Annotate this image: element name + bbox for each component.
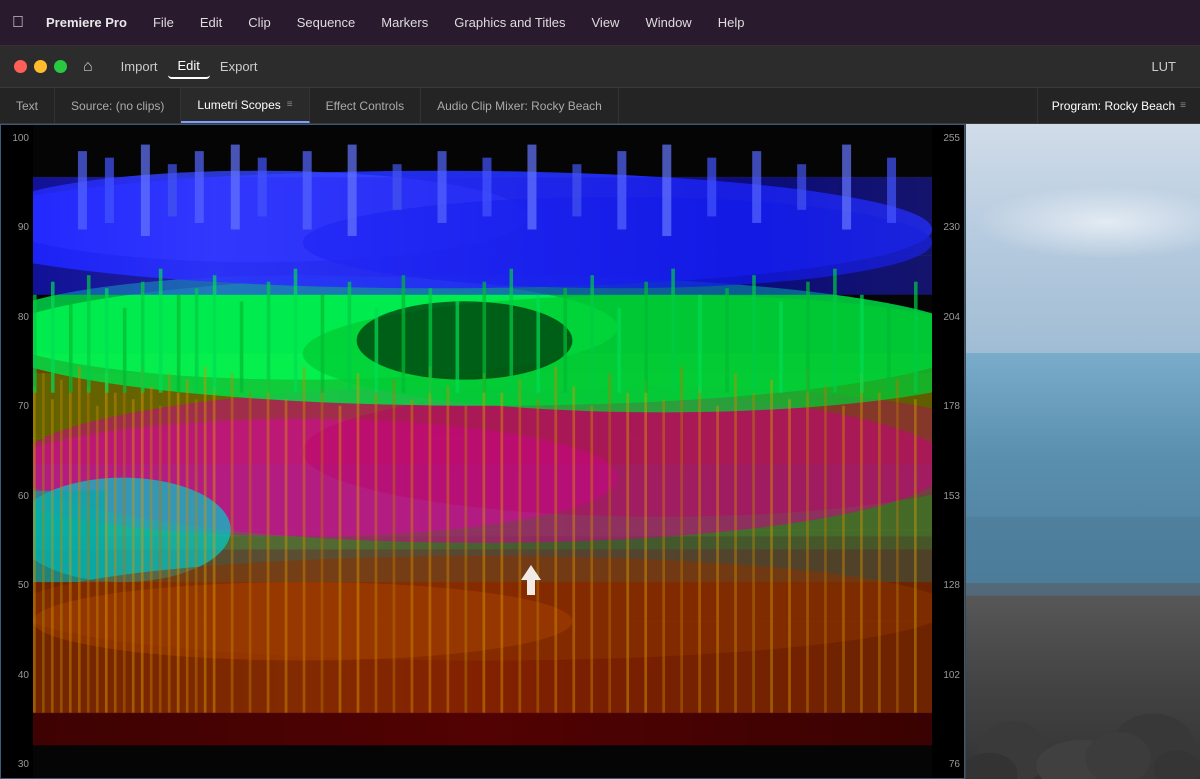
menu-view[interactable]: View	[588, 13, 624, 32]
y-label-80: 80	[5, 312, 29, 323]
menu-edit[interactable]: Edit	[196, 13, 226, 32]
preview-clouds	[966, 157, 1200, 288]
minimize-button[interactable]	[34, 60, 47, 73]
menu-graphics-titles[interactable]: Graphics and Titles	[450, 13, 569, 32]
menu-markers[interactable]: Markers	[377, 13, 432, 32]
waveform-display: 100 90 80 70 60 50 40 30 255 230 204 178…	[1, 125, 964, 778]
right-panel-tabs: Program: Rocky Beach ≡	[1037, 88, 1200, 123]
y-label-128: 128	[936, 580, 960, 591]
toolbar: ⌂ Import Edit Export LUT	[0, 46, 1200, 88]
export-button[interactable]: Export	[210, 55, 268, 78]
main-content: 100 90 80 70 60 50 40 30 255 230 204 178…	[0, 124, 1200, 779]
tab-audio-clip-mixer[interactable]: Audio Clip Mixer: Rocky Beach	[421, 88, 619, 123]
traffic-lights	[14, 60, 67, 73]
tab-lumetri-scopes[interactable]: Lumetri Scopes ≡	[181, 88, 309, 123]
y-label-255: 255	[936, 133, 960, 144]
y-label-100: 100	[5, 133, 29, 144]
y-label-60: 60	[5, 491, 29, 502]
tab-text[interactable]: Text	[0, 88, 55, 123]
y-label-178: 178	[936, 401, 960, 412]
lut-button[interactable]: LUT	[1141, 55, 1186, 78]
y-label-76: 76	[936, 759, 960, 770]
menu-clip[interactable]: Clip	[244, 13, 274, 32]
y-label-50: 50	[5, 580, 29, 591]
program-tab-menu-icon: ≡	[1180, 100, 1186, 111]
y-label-30: 30	[5, 759, 29, 770]
y-label-90: 90	[5, 222, 29, 233]
panel-tabs-row: Text Source: (no clips) Lumetri Scopes ≡…	[0, 88, 1200, 124]
maximize-button[interactable]	[54, 60, 67, 73]
waveform-canvas	[33, 125, 932, 778]
y-label-204: 204	[936, 312, 960, 323]
edit-button[interactable]: Edit	[168, 54, 210, 79]
home-icon[interactable]: ⌂	[83, 58, 93, 76]
menu-help[interactable]: Help	[714, 13, 749, 32]
apple-logo-icon: 	[12, 14, 24, 32]
y-label-40: 40	[5, 670, 29, 681]
app-name: Premiere Pro	[46, 15, 127, 30]
title-bar:  Premiere Pro File Edit Clip Sequence M…	[0, 0, 1200, 46]
program-monitor-panel	[965, 124, 1200, 779]
y-axis-right: 255 230 204 178 153 128 102 76	[932, 125, 964, 778]
tab-program[interactable]: Program: Rocky Beach ≡	[1037, 88, 1200, 123]
y-label-70: 70	[5, 401, 29, 412]
tab-menu-icon: ≡	[287, 99, 293, 110]
y-label-230: 230	[936, 222, 960, 233]
lumetri-scopes-panel: 100 90 80 70 60 50 40 30 255 230 204 178…	[0, 124, 965, 779]
tab-source[interactable]: Source: (no clips)	[55, 88, 181, 123]
y-axis-left: 100 90 80 70 60 50 40 30	[1, 125, 33, 778]
program-preview	[966, 124, 1200, 779]
menu-file[interactable]: File	[149, 13, 178, 32]
import-button[interactable]: Import	[111, 55, 168, 78]
menu-sequence[interactable]: Sequence	[293, 13, 360, 32]
tab-effect-controls[interactable]: Effect Controls	[310, 88, 421, 123]
y-label-102: 102	[936, 670, 960, 681]
y-label-153: 153	[936, 491, 960, 502]
menu-window[interactable]: Window	[641, 13, 695, 32]
close-button[interactable]	[14, 60, 27, 73]
